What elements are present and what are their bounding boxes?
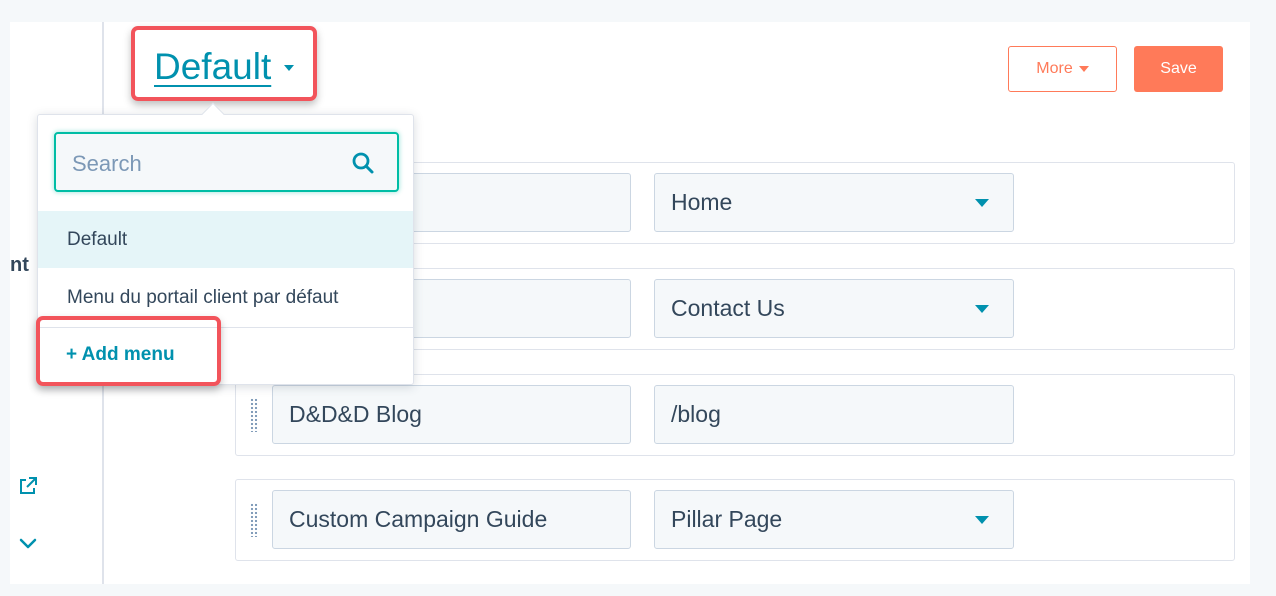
menu-link-select[interactable]: Home — [654, 173, 1014, 232]
add-menu-button[interactable]: + Add menu — [66, 344, 175, 366]
external-link-icon[interactable] — [17, 475, 39, 497]
menu-link-value: Pillar Page — [671, 506, 783, 532]
menu-link-select[interactable]: Pillar Page — [654, 490, 1014, 549]
more-button-label: More — [1036, 60, 1073, 77]
menu-link-value: Home — [671, 189, 733, 215]
dropdown-item-default[interactable]: Default — [38, 211, 413, 268]
sidebar-truncated-label: nt — [10, 254, 29, 276]
caret-down-icon — [975, 199, 989, 207]
caret-down-icon[interactable] — [284, 65, 294, 71]
menu-editor: nt Default More Save Home Contact Us D&D… — [10, 22, 1250, 584]
drag-handle-icon[interactable] — [250, 503, 258, 537]
drag-handle-icon[interactable] — [250, 398, 258, 432]
search-placeholder: Search — [72, 151, 142, 176]
menu-label-field[interactable]: Custom Campaign Guide — [272, 490, 631, 549]
menu-link-value: Contact Us — [671, 295, 785, 321]
dropdown-pointer — [201, 102, 225, 126]
search-input[interactable]: Search — [54, 132, 399, 192]
menu-link-select[interactable]: Contact Us — [654, 279, 1014, 338]
caret-down-icon — [1078, 66, 1089, 72]
chevron-down-icon[interactable] — [17, 532, 39, 554]
menu-item-row: Custom Campaign Guide Pillar Page — [235, 479, 1235, 561]
menu-selector-title[interactable]: Default — [154, 46, 271, 88]
menu-item-row: D&D&D Blog /blog — [235, 374, 1235, 456]
menu-link-field[interactable]: /blog — [654, 385, 1014, 444]
more-button[interactable]: More — [1008, 46, 1117, 92]
save-button[interactable]: Save — [1134, 46, 1223, 92]
menu-label-field[interactable]: D&D&D Blog — [272, 385, 631, 444]
caret-down-icon — [975, 516, 989, 524]
search-icon — [352, 152, 374, 174]
caret-down-icon — [975, 305, 989, 313]
